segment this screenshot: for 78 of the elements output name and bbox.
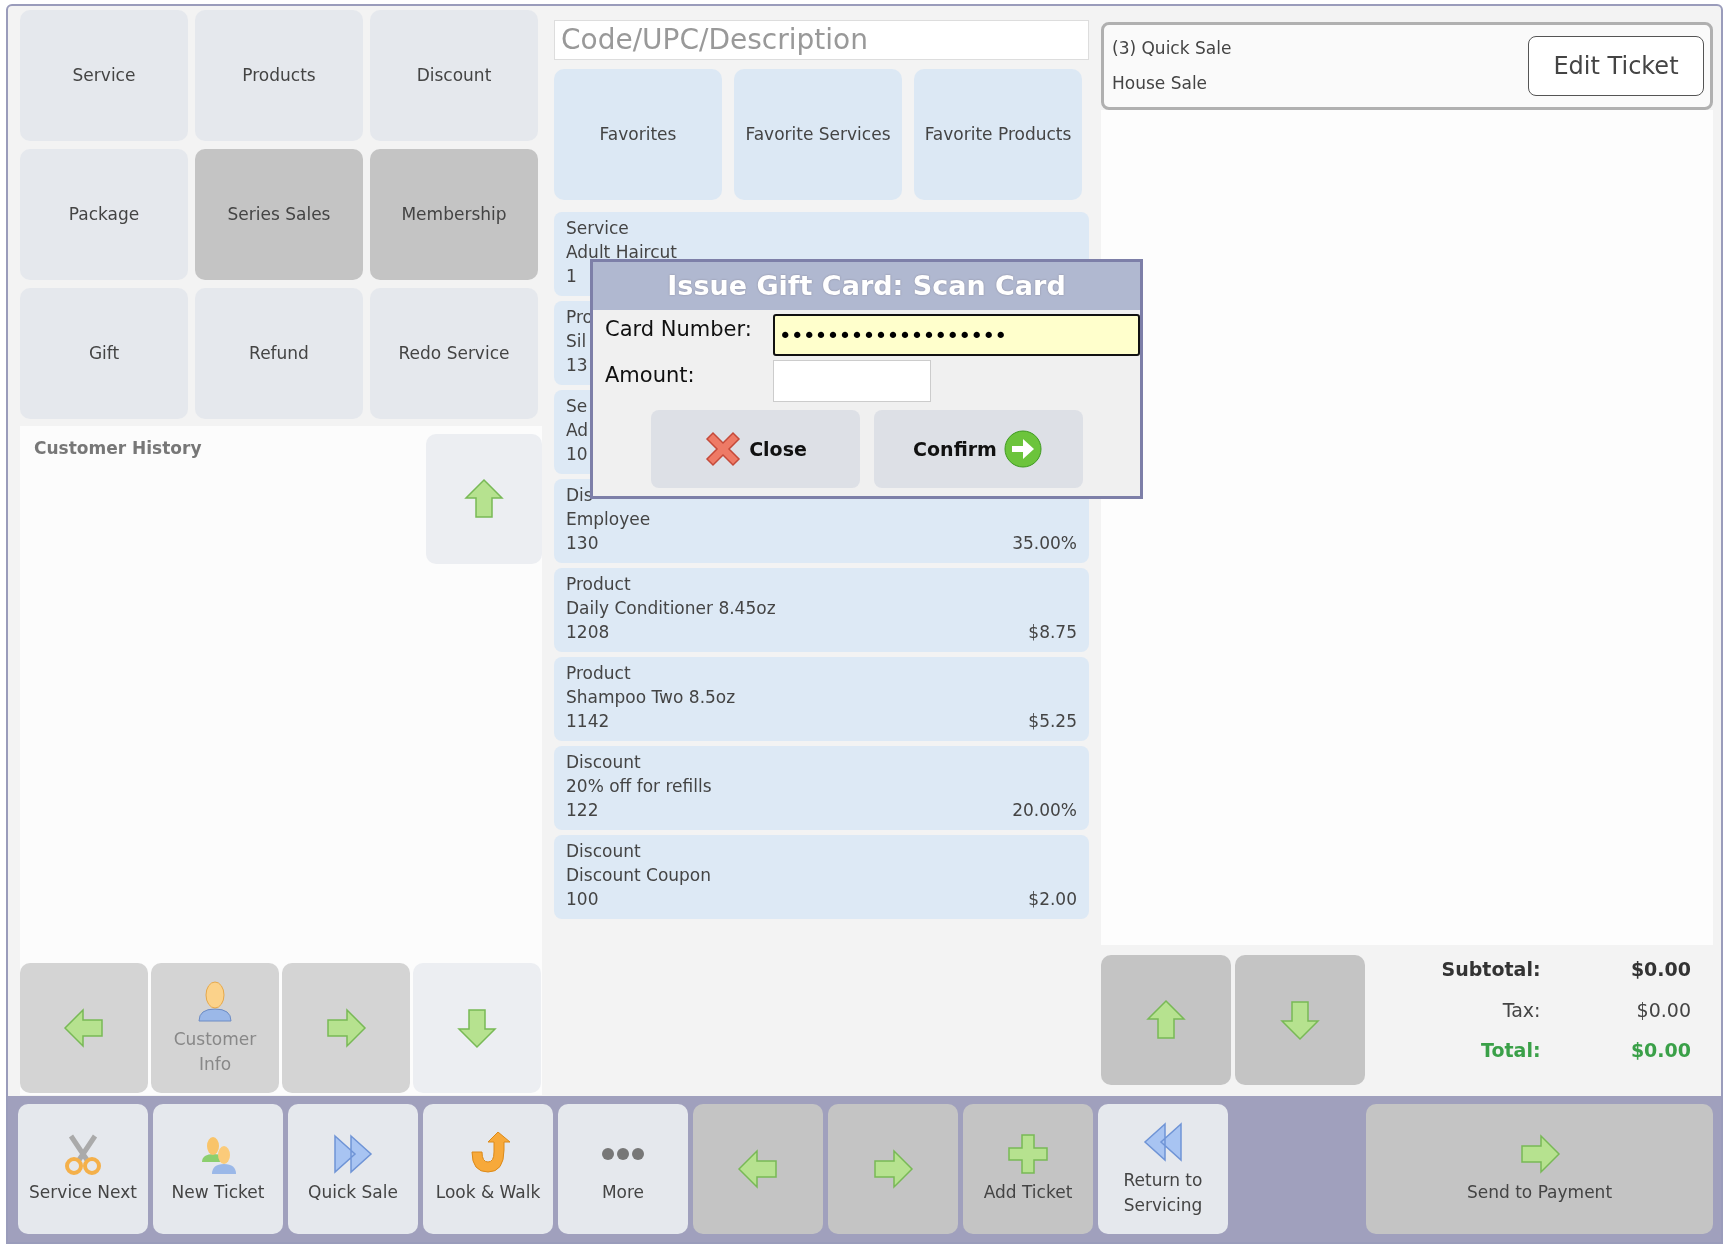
toolbar-button[interactable]: Service Next (18, 1104, 148, 1234)
item-price: 20.00% (1012, 799, 1077, 822)
item-code: 1142 (566, 710, 610, 733)
person-icon (195, 978, 235, 1023)
item-category: Discount (566, 840, 641, 863)
catalog-item[interactable]: Discount 20% off for refills 122 20.00% (554, 746, 1089, 830)
dots-icon (601, 1147, 645, 1162)
favorites-button[interactable]: Favorite Products (914, 69, 1082, 200)
item-price: $2.00 (1028, 888, 1077, 911)
item-name: Sil (566, 330, 587, 353)
favorites-button[interactable]: Favorites (554, 69, 722, 200)
catalog-item[interactable]: Discount Discount Coupon 100 $2.00 (554, 835, 1089, 919)
item-code: 1208 (566, 621, 610, 644)
arrow-down-icon (1278, 998, 1322, 1042)
arrow-left-icon (736, 1147, 780, 1191)
item-name: Daily Conditioner 8.45oz (566, 597, 776, 620)
item-code: 13 (566, 354, 588, 377)
field-label: Amount: (605, 362, 696, 389)
item-code: 122 (566, 799, 599, 822)
item-code: 10 (566, 443, 588, 466)
total-label: Subtotal: (1440, 957, 1541, 982)
item-name: Ad (566, 419, 589, 442)
item-category: Product (566, 662, 631, 685)
category-button[interactable]: Refund (195, 288, 363, 419)
dialog-title: Issue Gift Card: Scan Card (593, 262, 1140, 310)
scroll-up-button[interactable] (426, 434, 542, 564)
toolbar-button[interactable]: Return to Servicing (1098, 1104, 1228, 1234)
item-name: Shampoo Two 8.5oz (566, 686, 736, 709)
arrow-up-icon (462, 477, 506, 521)
category-button[interactable]: Gift (20, 288, 188, 419)
toolbar-button[interactable]: Quick Sale (288, 1104, 418, 1234)
item-category: Product (566, 573, 631, 596)
close-button[interactable]: Close (650, 410, 860, 488)
item-name: Employee (566, 508, 651, 531)
edit-ticket-button[interactable]: Edit Ticket (1528, 36, 1704, 96)
catalog-item[interactable]: Product Shampoo Two 8.5oz 1142 $5.25 (554, 657, 1089, 741)
nav-arrow-button[interactable] (413, 963, 541, 1093)
confirm-button[interactable]: Confirm (873, 410, 1083, 488)
item-category: Service (566, 217, 629, 240)
catalog-item[interactable]: Product Daily Conditioner 8.45oz 1208 $8.75 (554, 568, 1089, 652)
arrow-up-icon (1144, 998, 1188, 1042)
arrow-left-icon (62, 1006, 106, 1050)
arrow-right-icon (324, 1006, 368, 1050)
ticket-title: (3) Quick Sale (1112, 36, 1232, 60)
category-button[interactable]: Package (20, 149, 188, 280)
item-code: 100 (566, 888, 599, 911)
item-price: 35.00% (1012, 532, 1077, 555)
arrow-right-icon (871, 1147, 915, 1191)
category-button[interactable]: Discount (370, 10, 538, 141)
search-field[interactable]: Code/UPC/Description (554, 20, 1089, 60)
category-button[interactable]: Products (195, 10, 363, 141)
total-label: Total: (1480, 1038, 1541, 1063)
item-category: Discount (566, 751, 641, 774)
category-button[interactable]: Service (20, 10, 188, 141)
item-name: Discount Coupon (566, 864, 712, 887)
total-label: Tax: (1501, 997, 1541, 1023)
category-button[interactable]: Redo Service (370, 288, 538, 419)
plus-icon (1006, 1132, 1050, 1177)
item-price: $5.25 (1028, 710, 1077, 733)
item-name: 20% off for refills (566, 775, 712, 798)
item-name: Adult Haircut (566, 241, 677, 264)
ticket-customer: House Sale (1112, 72, 1209, 95)
total-value: $0.00 (1629, 957, 1691, 982)
toolbar-button[interactable]: New Ticket (153, 1104, 283, 1234)
input-field[interactable]: ••••••••••••••••••• (772, 314, 1140, 356)
item-category: Se (566, 395, 588, 418)
total-value: $0.00 (1629, 1038, 1691, 1063)
item-code: 1 (566, 265, 577, 288)
input-field[interactable] (773, 360, 931, 402)
toolbar-button[interactable]: More (558, 1104, 688, 1234)
field-label: Card Number: (605, 316, 753, 343)
toolbar-button[interactable]: Look & Walk (423, 1104, 553, 1234)
total-value: $0.00 (1635, 997, 1691, 1023)
item-price: $8.75 (1028, 621, 1077, 644)
arrow-down-icon (455, 1006, 499, 1050)
customer-history-title: Customer History (34, 437, 202, 460)
item-code: 130 (566, 532, 599, 555)
favorites-button[interactable]: Favorite Services (734, 69, 902, 200)
